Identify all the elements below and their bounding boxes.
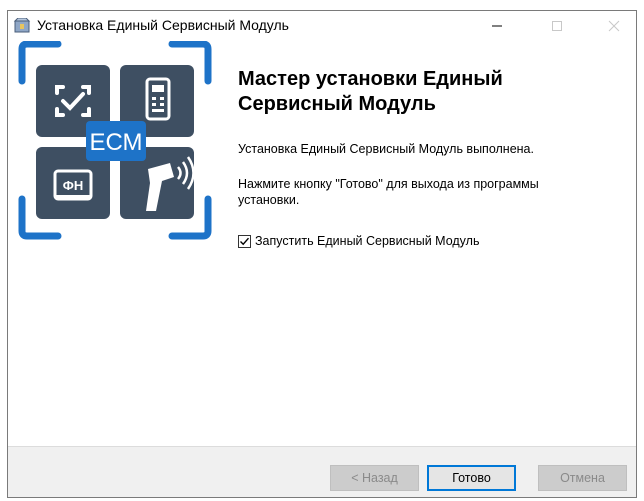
finish-instruction: Нажмите кнопку "Готово" для выхода из пр… bbox=[238, 177, 539, 207]
window-title: Установка Единый Сервисный Модуль bbox=[37, 17, 289, 33]
finish-button[interactable]: Готово bbox=[427, 465, 516, 491]
launch-checkbox[interactable] bbox=[238, 234, 251, 248]
button-bar: < Назад Готово Отмена bbox=[8, 446, 636, 497]
launch-checkbox-row[interactable]: Запустить Единый Сервисный Модуль bbox=[238, 234, 479, 248]
installer-app-icon bbox=[13, 17, 31, 34]
maximize-icon bbox=[552, 21, 562, 31]
close-button[interactable] bbox=[591, 11, 636, 41]
cancel-button[interactable]: Отмена bbox=[538, 465, 627, 491]
maximize-button[interactable] bbox=[534, 11, 580, 41]
esm-logo: ФН ЕСМ bbox=[10, 40, 220, 246]
installer-window: Установка Единый Сервисный Модуль ФН ЕСМ… bbox=[7, 10, 637, 498]
minimize-icon bbox=[492, 25, 502, 27]
svg-text:ФН: ФН bbox=[63, 178, 83, 193]
wizard-content: ФН ЕСМ Мастер установки Единый Сервисный… bbox=[8, 40, 636, 446]
launch-checkbox-label[interactable]: Запустить Единый Сервисный Модуль bbox=[255, 234, 479, 248]
svg-text:ЕСМ: ЕСМ bbox=[89, 129, 142, 156]
minimize-button[interactable] bbox=[474, 11, 520, 41]
wizard-heading: Мастер установки Единый Сервисный Модуль bbox=[238, 68, 503, 115]
completion-message: Установка Единый Сервисный Модуль выполн… bbox=[238, 142, 534, 156]
back-button[interactable]: < Назад bbox=[330, 465, 419, 491]
title-bar[interactable]: Установка Единый Сервисный Модуль bbox=[8, 11, 636, 41]
checkmark-icon bbox=[240, 237, 250, 245]
close-icon bbox=[608, 20, 620, 32]
